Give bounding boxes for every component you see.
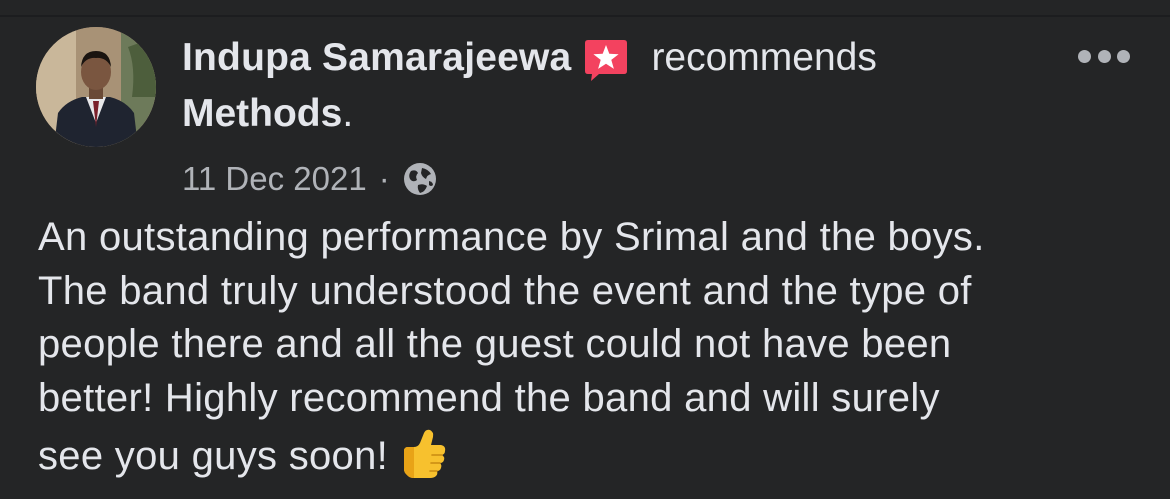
post-body-line: better! Highly recommend the band and wi… <box>38 375 940 420</box>
header-line-1: Indupa Samarajeewa recommends <box>182 30 1062 86</box>
recommends-label: recommends <box>651 36 877 79</box>
more-dot <box>1097 49 1111 63</box>
post-body-line: The band truly understood the event and … <box>38 268 972 313</box>
star-speech-bubble-icon <box>583 38 629 82</box>
post-meta: 11 Dec 2021 · <box>182 156 438 202</box>
more-options-icon[interactable] <box>1078 40 1130 72</box>
avatar-photo <box>36 27 156 147</box>
author-name[interactable]: Indupa Samarajeewa <box>182 36 571 80</box>
post-body-line: see you guys soon! <box>38 434 389 478</box>
post-body-line: An outstanding performance by Srimal and… <box>38 215 985 259</box>
post-header: Indupa Samarajeewa recommends Methods. <box>182 30 1062 142</box>
avatar[interactable] <box>36 27 156 147</box>
meta-separator: · <box>378 160 390 197</box>
top-divider <box>0 15 1170 17</box>
globe-icon[interactable] <box>402 161 438 197</box>
more-dot <box>1078 49 1091 63</box>
more-dot <box>1117 49 1130 63</box>
page-name-link[interactable]: Methods <box>182 92 342 136</box>
page-name-period: . <box>342 92 354 135</box>
post-body: An outstanding performance by Srimal and… <box>38 211 1148 484</box>
header-line-2: Methods. <box>182 86 1062 142</box>
post-date[interactable]: 11 Dec 2021 <box>182 160 367 198</box>
post-body-last-line: see you guys soon! <box>38 425 1148 484</box>
thumbs-up-emoji <box>394 425 450 481</box>
post-body-line: people there and all the guest could not… <box>38 322 952 366</box>
